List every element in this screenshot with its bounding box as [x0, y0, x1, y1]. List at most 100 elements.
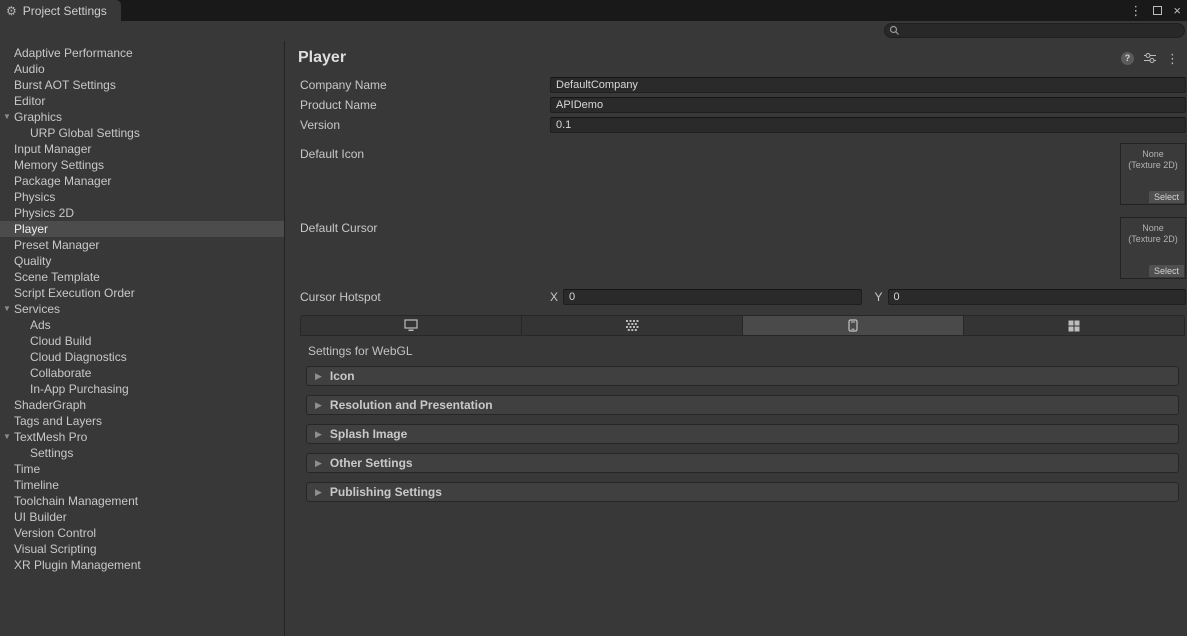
gear-icon: ⚙	[6, 5, 17, 17]
sidebar-item-collaborate[interactable]: Collaborate	[0, 365, 284, 381]
sidebar-item-burst-aot-settings[interactable]: Burst AOT Settings	[0, 77, 284, 93]
sidebar-item-input-manager[interactable]: Input Manager	[0, 141, 284, 157]
section-header-publishing-settings[interactable]: ▶ Publishing Settings	[306, 482, 1179, 502]
default-icon-row: Default Icon None (Texture 2D) Select	[286, 143, 1187, 209]
more-options-icon[interactable]: ⋮	[1166, 52, 1179, 65]
default-icon-object-field[interactable]: None (Texture 2D) Select	[1120, 143, 1186, 205]
foldout-open-icon[interactable]: ▼	[2, 109, 12, 125]
platform-tab-ios[interactable]	[522, 315, 743, 336]
sidebar-item-textmesh-pro[interactable]: ▼TextMesh Pro	[0, 429, 284, 445]
close-icon[interactable]: ×	[1173, 3, 1181, 18]
window-tab-title: Project Settings	[23, 4, 107, 18]
sidebar-item-label: Toolchain Management	[14, 494, 138, 508]
platform-tab-standalone[interactable]	[300, 315, 522, 336]
sidebar-item-player[interactable]: Player	[0, 221, 284, 237]
foldout-open-icon[interactable]: ▼	[2, 429, 12, 445]
sidebar-item-label: Scene Template	[14, 270, 100, 284]
sidebar-item-label: Physics	[14, 190, 55, 204]
sidebar-item-label: Time	[14, 462, 40, 476]
default-cursor-value-type: (Texture 2D)	[1121, 234, 1185, 245]
sidebar-item-physics[interactable]: Physics	[0, 189, 284, 205]
sidebar-item-label: XR Plugin Management	[14, 558, 141, 572]
page-title: Player	[298, 49, 1121, 67]
sidebar-item-adaptive-performance[interactable]: Adaptive Performance	[0, 45, 284, 61]
sidebar-item-label: Memory Settings	[14, 158, 104, 172]
player-settings-panel: Player ? ⋮ Company Name Product Name Ver…	[286, 41, 1187, 636]
monitor-icon	[404, 319, 418, 332]
sidebar-item-label: Ads	[30, 318, 51, 332]
sidebar-item-label: Player	[14, 222, 48, 236]
sidebar-item-quality[interactable]: Quality	[0, 253, 284, 269]
hotspot-y-input[interactable]	[888, 289, 1186, 305]
window-menu-icon[interactable]: ⋮	[1129, 4, 1142, 17]
default-cursor-value: None	[1121, 223, 1185, 234]
sidebar-item-audio[interactable]: Audio	[0, 61, 284, 77]
window-tab-project-settings[interactable]: ⚙ Project Settings	[0, 0, 121, 21]
sidebar-item-cloud-build[interactable]: Cloud Build	[0, 333, 284, 349]
sidebar-item-timeline[interactable]: Timeline	[0, 477, 284, 493]
version-input[interactable]	[550, 117, 1186, 133]
product-name-label: Product Name	[300, 98, 550, 112]
product-name-input[interactable]	[550, 97, 1186, 113]
default-icon-value-type: (Texture 2D)	[1121, 160, 1185, 171]
platform-tab-webgl[interactable]	[743, 315, 964, 336]
window-titlebar: ⚙ Project Settings ⋮ ×	[0, 0, 1187, 21]
section-label: Resolution and Presentation	[330, 398, 493, 412]
default-cursor-object-field[interactable]: None (Texture 2D) Select	[1120, 217, 1186, 279]
sidebar-item-scene-template[interactable]: Scene Template	[0, 269, 284, 285]
sidebar-item-label: Adaptive Performance	[14, 46, 133, 60]
sidebar-item-memory-settings[interactable]: Memory Settings	[0, 157, 284, 173]
sidebar-item-toolchain-management[interactable]: Toolchain Management	[0, 493, 284, 509]
default-icon-select-button[interactable]: Select	[1149, 191, 1184, 203]
section-header-icon[interactable]: ▶Icon	[306, 366, 1179, 386]
sidebar-item-label: Version Control	[14, 526, 96, 540]
sidebar-item-version-control[interactable]: Version Control	[0, 525, 284, 541]
sidebar-item-ads[interactable]: Ads	[0, 317, 284, 333]
presets-icon[interactable]	[1143, 52, 1157, 64]
search-box[interactable]	[884, 23, 1185, 38]
sidebar-item-time[interactable]: Time	[0, 461, 284, 477]
sidebar-item-label: Script Execution Order	[14, 286, 135, 300]
sidebar-item-label: Audio	[14, 62, 45, 76]
section-label: Icon	[330, 369, 355, 383]
hotspot-y-label: Y	[875, 290, 883, 304]
sidebar-item-label: Physics 2D	[14, 206, 74, 220]
foldout-closed-icon: ▶	[315, 488, 322, 497]
sidebar-item-editor[interactable]: Editor	[0, 93, 284, 109]
sidebar-item-tags-and-layers[interactable]: Tags and Layers	[0, 413, 284, 429]
maximize-icon[interactable]	[1153, 6, 1162, 15]
product-name-row: Product Name	[286, 95, 1187, 115]
hotspot-x-input[interactable]	[563, 289, 861, 305]
sidebar-item-settings[interactable]: Settings	[0, 445, 284, 461]
foldout-open-icon[interactable]: ▼	[2, 301, 12, 317]
sidebar-item-label: Cloud Diagnostics	[30, 350, 127, 364]
section-header-splash-image[interactable]: ▶Splash Image	[306, 424, 1179, 444]
sidebar-item-in-app-purchasing[interactable]: In-App Purchasing	[0, 381, 284, 397]
sidebar-item-shadergraph[interactable]: ShaderGraph	[0, 397, 284, 413]
sidebar-item-cloud-diagnostics[interactable]: Cloud Diagnostics	[0, 349, 284, 365]
sidebar-item-xr-plugin-management[interactable]: XR Plugin Management	[0, 557, 284, 573]
sidebar-item-ui-builder[interactable]: UI Builder	[0, 509, 284, 525]
sidebar-item-label: Input Manager	[14, 142, 91, 156]
default-cursor-label: Default Cursor	[300, 217, 550, 235]
sidebar-item-preset-manager[interactable]: Preset Manager	[0, 237, 284, 253]
sidebar-item-visual-scripting[interactable]: Visual Scripting	[0, 541, 284, 557]
help-icon[interactable]: ?	[1121, 52, 1134, 65]
sidebar-item-services[interactable]: ▼Services	[0, 301, 284, 317]
company-name-input[interactable]	[550, 77, 1186, 93]
section-label: Publishing Settings	[330, 485, 442, 499]
sidebar-item-graphics[interactable]: ▼Graphics	[0, 109, 284, 125]
sidebar-item-script-execution-order[interactable]: Script Execution Order	[0, 285, 284, 301]
default-cursor-select-button[interactable]: Select	[1149, 265, 1184, 277]
section-label: Other Settings	[330, 456, 413, 470]
sidebar-item-urp-global-settings[interactable]: URP Global Settings	[0, 125, 284, 141]
section-header-resolution-and-presentation[interactable]: ▶Resolution and Presentation	[306, 395, 1179, 415]
platform-tab-bar	[300, 315, 1185, 336]
section-header-other-settings[interactable]: ▶Other Settings	[306, 453, 1179, 473]
platform-tab-windows[interactable]	[964, 315, 1185, 336]
sidebar-item-label: Timeline	[14, 478, 59, 492]
section-label: Splash Image	[330, 427, 407, 441]
search-input[interactable]	[900, 24, 1180, 37]
sidebar-item-physics-2d[interactable]: Physics 2D	[0, 205, 284, 221]
sidebar-item-package-manager[interactable]: Package Manager	[0, 173, 284, 189]
